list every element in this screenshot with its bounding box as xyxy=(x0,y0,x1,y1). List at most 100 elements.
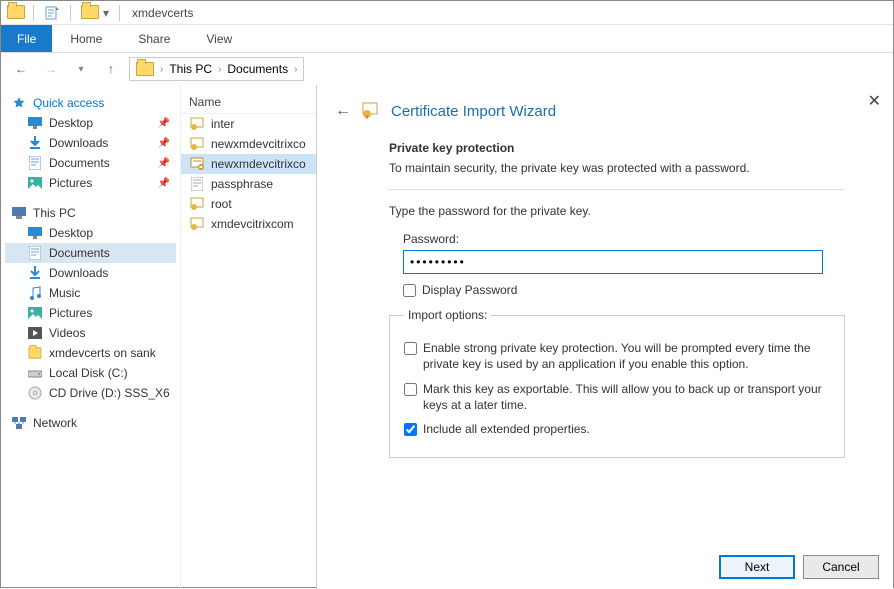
tree-item-downloads[interactable]: Downloads 📌 xyxy=(5,133,176,153)
tree-item-desktop[interactable]: Desktop 📌 xyxy=(5,113,176,133)
qat-separator xyxy=(33,5,34,21)
breadcrumb[interactable]: › This PC › Documents › xyxy=(129,57,304,81)
tree-item-label: Documents xyxy=(49,156,110,170)
file-item[interactable]: newxmdevcitrixco xyxy=(181,134,316,154)
certificate-wizard-icon xyxy=(361,101,381,121)
tree-item-cd-drive[interactable]: CD Drive (D:) SSS_X6 xyxy=(5,383,176,403)
wizard-header: ← Certificate Import Wizard xyxy=(317,85,893,131)
documents-icon xyxy=(27,247,43,259)
recent-locations-button[interactable]: ▾ xyxy=(69,57,93,81)
wizard-title: Certificate Import Wizard xyxy=(391,103,556,120)
tree-item-label: Local Disk (C:) xyxy=(49,366,128,380)
folder-icon[interactable] xyxy=(81,5,97,21)
drive-icon xyxy=(27,367,43,379)
extended-properties-checkbox[interactable] xyxy=(404,423,417,436)
certificate-wizard-dialog: ✕ ← Certificate Import Wizard Private ke… xyxy=(316,85,893,589)
properties-icon[interactable] xyxy=(44,5,60,21)
file-item[interactable]: passphrase xyxy=(181,174,316,194)
file-item[interactable]: inter xyxy=(181,114,316,134)
tree-item-pictures[interactable]: Pictures xyxy=(5,303,176,323)
computer-icon xyxy=(11,207,27,219)
videos-icon xyxy=(27,327,43,339)
file-tab[interactable]: File xyxy=(1,25,52,52)
tree-item-label: Downloads xyxy=(49,136,108,150)
certificate-icon xyxy=(189,217,205,231)
tree-item-label: Videos xyxy=(49,326,85,340)
downloads-icon xyxy=(27,267,43,279)
navigation-tree[interactable]: Quick access Desktop 📌 Downloads 📌 Docum… xyxy=(1,85,181,589)
tree-item-downloads[interactable]: Downloads xyxy=(5,263,176,283)
close-button[interactable]: ✕ xyxy=(868,91,881,111)
home-tab[interactable]: Home xyxy=(52,25,120,52)
tree-item-documents[interactable]: Documents 📌 xyxy=(5,153,176,173)
address-bar: ← → ▾ ↑ › This PC › Documents › xyxy=(1,53,893,85)
tree-item-pictures[interactable]: Pictures 📌 xyxy=(5,173,176,193)
qat-separator xyxy=(119,5,120,21)
back-button[interactable]: ← xyxy=(9,57,33,81)
password-label: Password: xyxy=(403,232,845,246)
tree-item-music[interactable]: Music xyxy=(5,283,176,303)
pin-icon: 📌 xyxy=(158,158,170,169)
next-button[interactable]: Next xyxy=(719,555,795,579)
instruction-text: Type the password for the private key. xyxy=(389,204,845,218)
qat-overflow-icon[interactable]: ▾ xyxy=(103,6,109,20)
display-password-checkbox[interactable] xyxy=(403,284,416,297)
tree-item-label: Pictures xyxy=(49,176,92,190)
home-tab-label: Home xyxy=(70,32,102,46)
file-item[interactable]: xmdevcitrixcom xyxy=(181,214,316,234)
wizard-footer: Next Cancel xyxy=(719,555,879,579)
tree-item-label: Desktop xyxy=(49,116,93,130)
file-item[interactable]: root xyxy=(181,194,316,214)
desktop-icon xyxy=(27,117,43,129)
extended-properties-label: Include all extended properties. xyxy=(423,421,830,437)
file-item-label: newxmdevcitrixco xyxy=(211,157,306,171)
window-titlebar: ▾ xmdevcerts xyxy=(1,1,893,25)
exportable-checkbox[interactable] xyxy=(404,383,417,396)
quick-access-node[interactable]: Quick access xyxy=(5,93,176,113)
exportable-label: Mark this key as exportable. This will a… xyxy=(423,381,830,413)
file-list[interactable]: Name inter newxmdevcitrixco newxmdevcitr… xyxy=(181,85,316,589)
file-item[interactable]: newxmdevcitrixco xyxy=(181,154,316,174)
file-item-label: passphrase xyxy=(211,177,273,191)
column-header-name[interactable]: Name xyxy=(181,91,316,114)
pin-icon: 📌 xyxy=(158,118,170,129)
certificate-icon xyxy=(189,197,205,211)
cancel-button[interactable]: Cancel xyxy=(803,555,879,579)
view-tab-label: View xyxy=(206,32,232,46)
chevron-right-icon[interactable]: › xyxy=(294,64,297,75)
certificate-icon xyxy=(189,137,205,151)
tree-item-videos[interactable]: Videos xyxy=(5,323,176,343)
tree-item-desktop[interactable]: Desktop xyxy=(5,223,176,243)
password-field[interactable] xyxy=(403,250,823,274)
import-options-group: Import options: Enable strong private ke… xyxy=(389,308,845,458)
share-tab[interactable]: Share xyxy=(120,25,188,52)
this-pc-node[interactable]: This PC xyxy=(5,203,176,223)
tree-item-network-folder[interactable]: xmdevcerts on sank xyxy=(5,343,176,363)
main-content: Quick access Desktop 📌 Downloads 📌 Docum… xyxy=(1,85,893,589)
back-button[interactable]: ← xyxy=(335,102,351,120)
chevron-right-icon[interactable]: › xyxy=(160,64,163,75)
this-pc-label: This PC xyxy=(33,206,76,220)
music-icon xyxy=(27,287,43,299)
tree-item-label: Music xyxy=(49,286,80,300)
tree-item-label: Pictures xyxy=(49,306,92,320)
strong-protection-label: Enable strong private key protection. Yo… xyxy=(423,340,830,372)
quick-access-toolbar: ▾ xyxy=(7,5,124,21)
tree-item-local-disk[interactable]: Local Disk (C:) xyxy=(5,363,176,383)
downloads-icon xyxy=(27,137,43,149)
qat-separator xyxy=(70,5,71,21)
breadcrumb-item[interactable]: This PC xyxy=(169,62,212,76)
network-node[interactable]: Network xyxy=(5,413,176,433)
tree-item-label: xmdevcerts on sank xyxy=(49,346,156,360)
chevron-right-icon[interactable]: › xyxy=(218,64,221,75)
breadcrumb-item[interactable]: Documents xyxy=(227,62,288,76)
strong-protection-checkbox[interactable] xyxy=(404,342,417,355)
view-tab[interactable]: View xyxy=(188,25,250,52)
share-tab-label: Share xyxy=(138,32,170,46)
tree-item-documents[interactable]: Documents xyxy=(5,243,176,263)
cancel-button-label: Cancel xyxy=(822,560,859,574)
tree-item-label: Downloads xyxy=(49,266,108,280)
tree-item-label: CD Drive (D:) SSS_X6 xyxy=(49,386,170,400)
up-button[interactable]: ↑ xyxy=(99,57,123,81)
pictures-icon xyxy=(27,307,43,319)
